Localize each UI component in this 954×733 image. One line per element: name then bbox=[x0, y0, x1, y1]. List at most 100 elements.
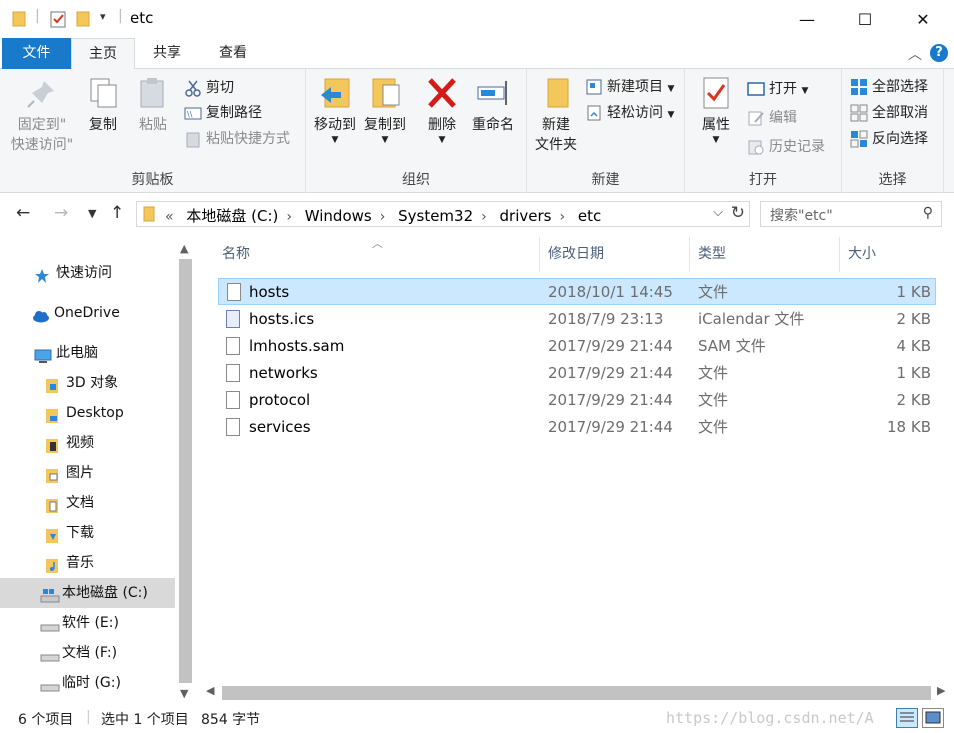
new-item-button[interactable]: 新建项目 ▼ bbox=[585, 75, 674, 99]
nav-item-quick-access[interactable]: 快速访问 bbox=[0, 258, 175, 288]
details-view-button[interactable] bbox=[896, 708, 918, 728]
breadcrumb-item-c-drive[interactable]: 本地磁盘 (C:) bbox=[186, 207, 278, 225]
scrollbar-thumb[interactable] bbox=[179, 259, 192, 683]
file-size: 1 KB bbox=[896, 283, 931, 301]
nav-item-drive-e[interactable]: 软件 (E:) bbox=[0, 608, 175, 638]
rename-button[interactable]: 重命名 bbox=[468, 75, 518, 135]
column-header-size[interactable]: 大小 bbox=[840, 237, 940, 272]
nav-pane-scrollbar[interactable]: ▲ ▼ bbox=[175, 237, 196, 705]
recent-locations-icon[interactable]: ▼ bbox=[88, 207, 96, 220]
new-folder-button[interactable]: 新建 文件夹 bbox=[531, 75, 581, 155]
chevron-right-icon[interactable]: › bbox=[286, 209, 292, 225]
chevron-right-icon[interactable]: › bbox=[559, 209, 565, 225]
easy-access-button[interactable]: 轻松访问 ▼ bbox=[585, 101, 674, 125]
minimize-button[interactable]: — bbox=[778, 0, 836, 38]
copy-path-button[interactable]: \\ 复制路径 bbox=[184, 101, 262, 125]
file-name: protocol bbox=[249, 391, 311, 409]
tab-share[interactable]: 共享 bbox=[135, 38, 199, 69]
help-icon[interactable]: ? bbox=[930, 44, 948, 62]
refresh-icon[interactable]: ↻ bbox=[731, 203, 745, 223]
tab-file[interactable]: 文件 bbox=[2, 38, 71, 69]
nav-item-music[interactable]: 音乐 bbox=[0, 548, 175, 578]
select-all-button[interactable]: 全部选择 bbox=[850, 75, 928, 99]
breadcrumb-item-etc[interactable]: etc bbox=[578, 207, 601, 225]
table-row[interactable]: hosts 2018/10/1 14:45 文件 1 KB bbox=[218, 278, 936, 305]
file-type: 文件 bbox=[698, 364, 729, 382]
select-none-label: 全部取消 bbox=[872, 105, 928, 121]
properties-dropdown-icon: ▼ bbox=[712, 135, 720, 145]
nav-item-local-disk-c[interactable]: 本地磁盘 (C:) bbox=[0, 578, 175, 608]
customize-toolbar-icon[interactable]: ▾ bbox=[100, 10, 106, 23]
invert-selection-button[interactable]: 反向选择 bbox=[850, 127, 928, 151]
nav-item-onedrive[interactable]: OneDrive bbox=[0, 298, 175, 328]
chevron-right-icon[interactable]: › bbox=[380, 209, 386, 225]
table-row[interactable]: hosts.ics 2018/7/9 23:13 iCalendar 文件 2 … bbox=[218, 306, 936, 333]
nav-item-downloads[interactable]: 下载 bbox=[0, 518, 175, 548]
close-button[interactable]: ✕ bbox=[894, 0, 952, 38]
edit-button[interactable]: 编辑 bbox=[747, 106, 797, 130]
scroll-down-icon[interactable]: ▼ bbox=[180, 687, 188, 700]
nav-item-desktop[interactable]: Desktop bbox=[0, 398, 175, 428]
search-box[interactable]: 搜索"etc" ⚲ bbox=[760, 201, 942, 227]
paste-shortcut-button[interactable]: 粘贴快捷方式 bbox=[184, 127, 290, 151]
nav-item-pictures[interactable]: 图片 bbox=[0, 458, 175, 488]
tab-home[interactable]: 主页 bbox=[71, 38, 135, 70]
breadcrumb-item-system32[interactable]: System32 bbox=[398, 207, 473, 225]
paste-button[interactable]: 粘贴 bbox=[132, 75, 174, 135]
table-row[interactable]: networks 2017/9/29 21:44 文件 1 KB bbox=[218, 360, 936, 387]
search-icon[interactable]: ⚲ bbox=[923, 205, 933, 221]
divider: | bbox=[118, 8, 123, 24]
tab-view[interactable]: 查看 bbox=[201, 38, 265, 69]
cut-button[interactable]: 剪切 bbox=[184, 76, 234, 100]
pin-to-quick-access-button[interactable]: 固定到" 快速访问" bbox=[8, 75, 76, 155]
nav-item-3d-objects[interactable]: 3D 对象 bbox=[0, 368, 175, 398]
properties-button[interactable]: 属性 ▼ bbox=[695, 75, 737, 145]
search-input[interactable]: 搜索"etc" bbox=[770, 205, 833, 225]
file-list-horizontal-scrollbar[interactable]: ◀ ▶ bbox=[200, 682, 954, 703]
nav-item-label: 文档 (F:) bbox=[62, 645, 118, 661]
nav-item-drive-g[interactable]: 临时 (G:) bbox=[0, 668, 175, 698]
back-button[interactable]: ← bbox=[16, 203, 30, 223]
scroll-right-icon[interactable]: ▶ bbox=[937, 684, 945, 697]
open-button[interactable]: 打开 ▼ bbox=[747, 77, 808, 101]
nav-item-this-pc[interactable]: 此电脑 bbox=[0, 338, 175, 368]
history-button[interactable]: 历史记录 bbox=[747, 135, 825, 159]
nav-item-drive-f[interactable]: 文档 (F:) bbox=[0, 638, 175, 668]
scroll-up-icon[interactable]: ▲ bbox=[180, 242, 188, 255]
nav-item-videos[interactable]: 视频 bbox=[0, 428, 175, 458]
move-to-dropdown-icon: ▼ bbox=[331, 135, 339, 145]
breadcrumb-item-windows[interactable]: Windows bbox=[305, 207, 372, 225]
table-row[interactable]: lmhosts.sam 2017/9/29 21:44 SAM 文件 4 KB bbox=[218, 333, 936, 360]
pin-icon bbox=[24, 75, 60, 111]
nav-item-documents[interactable]: 文档 bbox=[0, 488, 175, 518]
scroll-left-icon[interactable]: ◀ bbox=[206, 684, 214, 697]
up-button[interactable]: ↑ bbox=[110, 203, 124, 223]
breadcrumb-item-drivers[interactable]: drivers bbox=[500, 207, 552, 225]
chevron-down-icon[interactable]: ⌵ bbox=[713, 205, 723, 220]
copy-button[interactable]: 复制 bbox=[82, 75, 124, 135]
collapse-ribbon-icon[interactable]: ︿ bbox=[908, 44, 922, 64]
properties-icon[interactable] bbox=[49, 10, 67, 32]
table-row[interactable]: protocol 2017/9/29 21:44 文件 2 KB bbox=[218, 387, 936, 414]
address-bar[interactable]: « 本地磁盘 (C:) › Windows › System32 › drivers ›… bbox=[136, 201, 750, 227]
column-header-name[interactable]: 名称 bbox=[214, 237, 540, 272]
maximize-button[interactable]: ☐ bbox=[836, 0, 894, 38]
forward-button[interactable]: → bbox=[54, 203, 68, 223]
item-count: 6 个项目 bbox=[18, 712, 74, 728]
downloads-folder-icon bbox=[44, 525, 60, 543]
copy-to-button[interactable]: 复制到 ▼ bbox=[360, 75, 410, 145]
new-folder-icon[interactable] bbox=[76, 10, 90, 32]
scrollbar-thumb[interactable] bbox=[222, 686, 931, 700]
nav-item-label: 下载 bbox=[66, 525, 94, 541]
column-header-type[interactable]: 类型 bbox=[690, 237, 840, 272]
table-row[interactable]: services 2017/9/29 21:44 文件 18 KB bbox=[218, 414, 936, 441]
delete-button[interactable]: 删除 ▼ bbox=[422, 75, 462, 145]
move-to-button[interactable]: 移动到 ▼ bbox=[310, 75, 360, 145]
select-none-button[interactable]: 全部取消 bbox=[850, 101, 928, 125]
chevron-right-icon[interactable]: › bbox=[481, 209, 487, 225]
breadcrumb-overflow[interactable]: « bbox=[165, 209, 174, 225]
easy-access-label: 轻松访问 bbox=[607, 105, 663, 121]
large-icons-view-button[interactable] bbox=[922, 708, 944, 728]
nav-item-label: 视频 bbox=[66, 435, 94, 451]
column-header-date[interactable]: 修改日期 bbox=[540, 237, 690, 272]
